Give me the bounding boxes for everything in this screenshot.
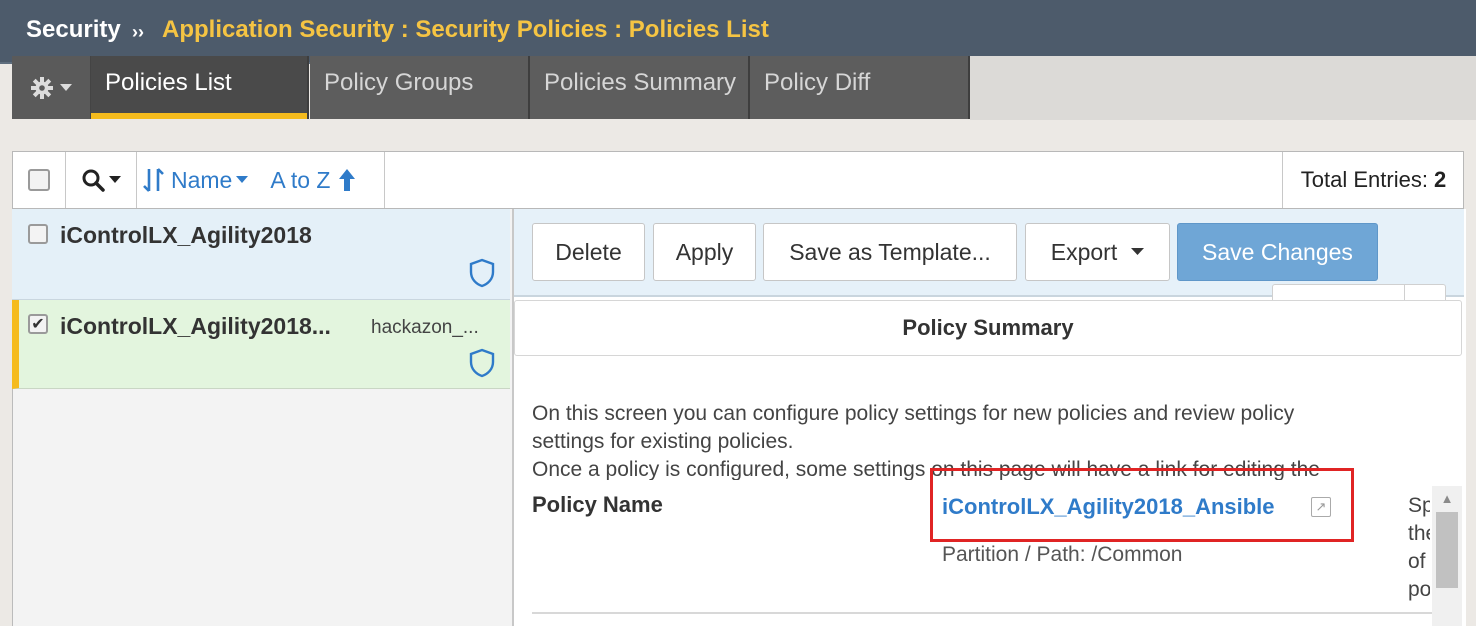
tab-label: Policies Summary [544, 69, 737, 96]
row-checkbox[interactable]: ✔ [28, 314, 48, 334]
description-line: On this screen you can configure policy … [532, 402, 1295, 425]
description-line: settings for existing policies. [532, 430, 794, 453]
shield-icon [469, 258, 495, 288]
section-divider [532, 612, 1432, 614]
help-text-fragment: Sp the of po [1408, 492, 1430, 604]
arrow-up-icon [339, 169, 356, 191]
search-menu-button[interactable] [66, 152, 137, 208]
select-all-checkbox[interactable] [28, 169, 50, 191]
tab-policy-groups[interactable]: Policy Groups [310, 56, 530, 119]
caret-down-icon [1131, 248, 1145, 255]
list-item[interactable]: iControlLX_Agility2018 [12, 209, 510, 300]
sort-controls: Name A to Z [137, 152, 385, 208]
shield-icon [469, 348, 495, 378]
highlight-box [930, 468, 1354, 542]
policy-name: iControlLX_Agility2018 [60, 222, 312, 248]
tab-label: Policies List [105, 69, 232, 96]
select-all-cell [13, 152, 66, 208]
scroll-up-arrow-icon[interactable]: ▲ [1436, 490, 1458, 506]
total-entries: Total Entries: 2 [1282, 152, 1464, 208]
sort-icon [143, 168, 164, 192]
help-text-line: the [1408, 522, 1430, 545]
list-item[interactable]: ✔ iControlLX_Agility2018... hackazon_... [12, 300, 510, 389]
tab-policies-list[interactable]: Policies List [91, 56, 309, 119]
help-text-line: Sp [1408, 494, 1430, 517]
gear-icon [31, 76, 53, 99]
policy-name: iControlLX_Agility2018... [60, 313, 331, 339]
help-text-line: po [1408, 578, 1430, 601]
breadcrumb-bar: Security ›› Application Security : Secur… [0, 0, 1476, 64]
settings-menu-button[interactable] [12, 56, 91, 119]
row-checkbox[interactable] [28, 224, 48, 244]
caret-down-icon [109, 176, 121, 183]
save-changes-button[interactable]: Save Changes [1177, 223, 1378, 281]
caret-down-icon [60, 83, 72, 91]
breadcrumb-separator: ›› [132, 22, 144, 42]
sort-order-toggle[interactable]: A to Z [270, 167, 330, 194]
apply-button[interactable]: Apply [653, 223, 756, 281]
caret-down-icon [236, 176, 249, 183]
export-label: Export [1050, 238, 1118, 265]
total-entries-count: 2 [1433, 167, 1447, 192]
tab-policy-diff[interactable]: Policy Diff [750, 56, 970, 119]
policy-summary-header[interactable]: Policy Summary [514, 300, 1462, 356]
total-entries-label: Total Entries: [1300, 167, 1428, 192]
policy-subtext: hackazon_... [371, 317, 479, 338]
tab-policies-summary[interactable]: Policies Summary [530, 56, 750, 119]
policy-name-label: Policy Name [532, 492, 663, 517]
export-dropdown-button[interactable]: Export [1025, 223, 1170, 281]
tab-label: Policy Groups [324, 69, 474, 96]
scrollbar-thumb[interactable] [1436, 512, 1458, 588]
list-toolbar: Name A to Z Total Entries: 2 [12, 151, 1464, 209]
save-as-template-button[interactable]: Save as Template... [763, 223, 1017, 281]
breadcrumb-path: Application Security : Security Policies… [162, 16, 769, 43]
help-text-line: of [1408, 550, 1426, 573]
sort-field-dropdown[interactable]: Name [171, 167, 232, 194]
search-icon [82, 169, 105, 192]
tab-label: Policy Diff [764, 69, 871, 96]
breadcrumb-root[interactable]: Security [26, 16, 121, 44]
partition-path: Partition / Path: /Common [942, 543, 1183, 566]
delete-button[interactable]: Delete [532, 223, 645, 281]
tabbar-background [970, 56, 1476, 120]
